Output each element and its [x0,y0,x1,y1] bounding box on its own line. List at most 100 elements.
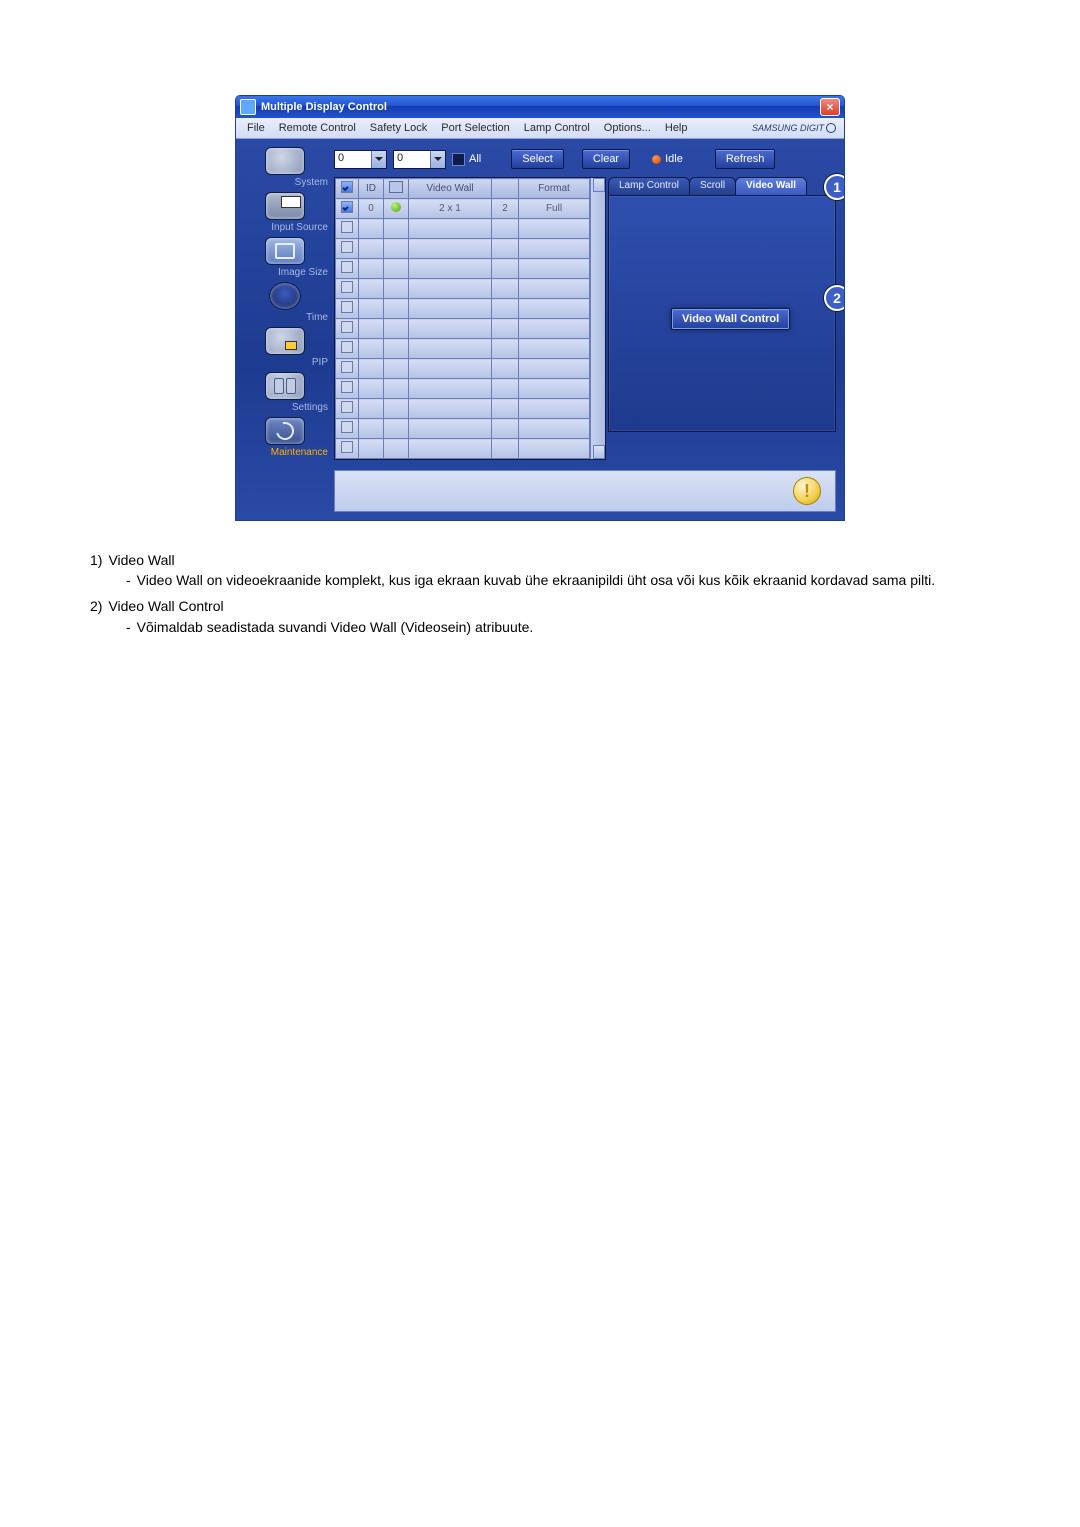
sidebar-label-image: Image Size [238,267,332,278]
row-checkbox[interactable] [341,321,353,333]
settings-icon [265,372,305,400]
table-row[interactable] [336,439,590,459]
chevron-down-icon[interactable] [430,151,445,168]
idle-indicator: Idle [652,153,683,165]
tab-scroll[interactable]: Scroll [689,177,736,195]
sidebar-item-pip[interactable]: PIP [240,327,330,368]
header-videowall[interactable]: Video Wall [409,179,492,199]
cell-videowall: 2 x 1 [409,199,492,219]
note2-title: Video Wall Control [108,597,223,615]
status-ok-icon [391,202,401,212]
row-checkbox[interactable] [341,421,353,433]
table-row[interactable] [336,419,590,439]
sidebar-label-time: Time [238,312,332,323]
sidebar-item-settings[interactable]: Settings [240,372,330,413]
table-row[interactable] [336,279,590,299]
row-checkbox[interactable] [341,301,353,313]
menubar: File Remote Control Safety Lock Port Sel… [236,118,844,139]
sidebar-label-input: Input Source [238,222,332,233]
note2-body: Võimaldab seadistada suvandi Video Wall … [137,618,534,636]
sidebar-item-input-source[interactable]: Input Source [240,192,330,233]
table-row[interactable] [336,339,590,359]
row-checkbox[interactable] [341,381,353,393]
row-checkbox[interactable] [341,281,353,293]
table-row[interactable] [336,359,590,379]
row-checkbox[interactable] [341,201,353,213]
sidebar-item-image-size[interactable]: Image Size [240,237,330,278]
menu-file[interactable]: File [240,118,272,138]
table-row[interactable] [336,299,590,319]
warning-icon: ! [793,477,821,505]
menu-port-selection[interactable]: Port Selection [434,118,516,138]
status-strip: ! [334,470,836,512]
note2-number: 2) [90,597,102,615]
menu-remote-control[interactable]: Remote Control [272,118,363,138]
id-to-dropdown[interactable]: 0 [393,150,446,169]
sidebar-item-maintenance[interactable]: Maintenance [240,417,330,458]
note1-dash: - [126,571,131,589]
table-row[interactable] [336,259,590,279]
table-row[interactable] [336,319,590,339]
header-format[interactable]: Format [519,179,590,199]
header-count[interactable] [492,179,519,199]
id-to-value: 0 [394,151,430,168]
clear-button[interactable]: Clear [582,149,630,169]
tab-lamp-control[interactable]: Lamp Control [608,177,690,195]
status-dot-icon [652,155,661,164]
table-scrollbar[interactable] [590,178,605,459]
video-wall-control-button[interactable]: Video Wall Control [671,308,790,330]
header-status[interactable] [384,179,409,199]
brand-label: SAMSUNG DIGIT [752,123,840,134]
display-table: ID Video Wall Format 0 2 x 1 [334,177,606,460]
all-checkbox[interactable]: All [452,153,481,166]
note1-title: Video Wall [108,551,174,569]
tab-body: Video Wall Control [608,195,836,432]
row-checkbox[interactable] [341,341,353,353]
table-row[interactable] [336,399,590,419]
toolbar: 0 0 All Select Clear [334,147,836,171]
id-from-value: 0 [335,151,371,168]
id-from-dropdown[interactable]: 0 [334,150,387,169]
sidebar-label-maintenance: Maintenance [238,447,332,458]
header-check[interactable] [336,179,359,199]
table-row[interactable] [336,219,590,239]
refresh-button[interactable]: Refresh [715,149,776,169]
note1-number: 1) [90,551,102,569]
right-tabs: Lamp Control Scroll Video Wall Video Wal… [608,177,836,460]
sidebar-item-system[interactable]: System [240,147,330,188]
titlebar[interactable]: Multiple Display Control × [236,96,844,118]
select-button[interactable]: Select [511,149,564,169]
menu-lamp-control[interactable]: Lamp Control [517,118,597,138]
client-area: System Input Source Image Size Time PIP [236,139,844,520]
cell-id: 0 [359,199,384,219]
table-row[interactable] [336,379,590,399]
tab-video-wall[interactable]: Video Wall [735,177,807,195]
row-checkbox[interactable] [341,401,353,413]
header-id[interactable]: ID [359,179,384,199]
sidebar-label-pip: PIP [238,357,332,368]
table-row[interactable] [336,239,590,259]
window-title: Multiple Display Control [261,101,387,113]
notes-section: 1) Video Wall - Video Wall on videoekraa… [90,551,990,636]
sidebar-item-time[interactable]: Time [240,282,330,323]
row-checkbox[interactable] [341,261,353,273]
chevron-down-icon[interactable] [371,151,386,168]
app-icon [240,99,256,115]
app-window: Multiple Display Control × File Remote C… [235,95,845,521]
sidebar-label-settings: Settings [238,402,332,413]
sidebar-label-system: System [238,177,332,188]
row-checkbox[interactable] [341,241,353,253]
row-checkbox[interactable] [341,441,353,453]
all-label: All [469,153,481,165]
close-button[interactable]: × [820,98,840,116]
menu-safety-lock[interactable]: Safety Lock [363,118,434,138]
maintenance-icon [265,417,305,445]
checkbox-icon [341,181,353,193]
menu-options[interactable]: Options... [597,118,658,138]
note2-dash: - [126,618,131,636]
table-row[interactable]: 0 2 x 1 2 Full [336,199,590,219]
menu-help[interactable]: Help [658,118,695,138]
row-checkbox[interactable] [341,361,353,373]
row-checkbox[interactable] [341,221,353,233]
note1-body: Video Wall on videoekraanide komplekt, k… [137,571,935,589]
